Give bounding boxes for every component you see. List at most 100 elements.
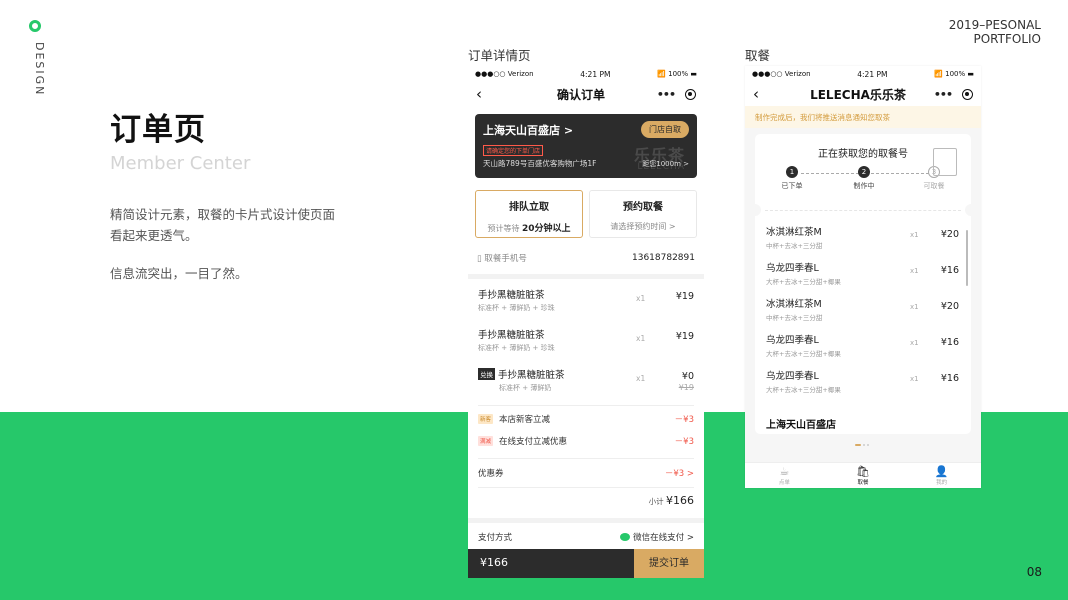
progress-steps: 1 已下单 2 制作中 3 可取餐 (755, 148, 971, 206)
list-item: 乌龙四季春L 大杯+去冰+三分甜+椰果 x1 ¥16 (755, 326, 971, 362)
tab-order[interactable]: ☕ 点单 (745, 463, 824, 488)
close-target-icon[interactable] (961, 88, 973, 100)
pickup-phone-screen: ●●●○○ Verizon 4:21 PM 📶 100% ▬ ‹ LELECHA… (745, 66, 981, 488)
item-qty: x1 (636, 334, 646, 343)
store-card[interactable]: 上海天山百盛店 > 请确定您的下单门店 乐乐茶 LELECHA 门店自取 天山路… (475, 114, 697, 178)
item-name: 乌龙四季春L (766, 335, 819, 346)
item-qty: x1 (910, 339, 919, 347)
item-spec: 大杯+去冰+三分甜+椰果 (766, 350, 841, 358)
submit-order-button[interactable]: 提交订单 (634, 549, 704, 578)
queue-pickup-option[interactable]: 排队立取 预计等待 20分钟以上 (475, 190, 583, 238)
pickup-phone-row[interactable]: ▯ 取餐手机号 13618782891 (477, 252, 695, 264)
battery: 📶 100% ▬ (657, 70, 697, 78)
coupon-row[interactable]: 优惠券 －¥3 > (468, 459, 704, 487)
carrier: ●●●○○ Verizon (752, 70, 811, 78)
item-qty: x1 (636, 294, 646, 303)
promo-tag: 新客 (478, 414, 494, 424)
clock: 4:21 PM (580, 69, 611, 79)
nav-bar: ‹ LELECHA乐乐茶 ••• (745, 82, 981, 106)
card-notch-left (749, 204, 761, 216)
back-icon[interactable]: ‹ (753, 85, 783, 103)
card-notch-right (965, 204, 977, 216)
promo-label: 本店新客立减 (499, 415, 551, 425)
more-icon[interactable]: ••• (934, 88, 953, 101)
promo-tag: 满减 (478, 436, 494, 446)
step-number: 1 (786, 166, 798, 178)
pickup-item-list[interactable]: 冰淇淋红茶M 中杯+去冰+三分甜 x1 ¥20 乌龙四季春L 大杯+去冰+三分甜… (755, 218, 971, 398)
store-address: 天山路789号百盛优客购物广场1F (483, 159, 597, 168)
list-scrollbar[interactable] (966, 230, 968, 286)
item-spec: 标准杯 + 薄鲜奶 (499, 384, 552, 392)
coupon-value: －¥3 > (664, 469, 694, 479)
basket-icon: 🛍 (856, 465, 870, 478)
promo-value: －¥3 (674, 437, 694, 447)
clock: 4:21 PM (857, 69, 888, 79)
card-divider (765, 210, 961, 211)
store-warning-tag: 请确定您的下单门店 (483, 145, 544, 156)
carrier: ●●●○○ Verizon (475, 70, 534, 78)
step-label: 可取餐 (923, 182, 945, 190)
portfolio-line1: 2019–PESONAL (948, 18, 1041, 32)
nav-bar: ‹ 确认订单 ••• (468, 82, 704, 106)
card-page-indicator (855, 444, 869, 446)
phone-icon: ▯ (477, 254, 482, 264)
close-target-icon[interactable] (684, 88, 696, 100)
pickup-card: 正在获取您的取餐号 1 已下单 2 制作中 3 可取餐 冰淇淋红茶M 中杯+去冰… (749, 134, 977, 434)
description-paragraph-2: 信息流突出，一目了然。 (110, 266, 248, 281)
pickup-phone-number: 13618782891 (632, 253, 695, 263)
item-price: ¥20 (940, 301, 959, 312)
item-qty: x1 (910, 375, 919, 383)
item-price: ¥16 (940, 373, 959, 384)
page-title: 订单页 (110, 112, 206, 148)
side-brand: DESIGN (26, 20, 46, 96)
step-number: 2 (858, 166, 870, 178)
portfolio-line2: PORTFOLIO (973, 32, 1042, 46)
nav-title: 确认订单 (556, 87, 605, 102)
list-item: 冰淇淋红茶M 中杯+去冰+三分甜 x1 ¥20 (755, 290, 971, 326)
item-name: 冰淇淋红茶M (766, 227, 822, 238)
tab-pickup[interactable]: 🛍 取餐 (824, 463, 903, 488)
store-pickup-button[interactable]: 门店自取 (641, 121, 689, 138)
pickup-phone-label: ▯ 取餐手机号 (477, 254, 527, 264)
notice-banner: 制作完成后，我们将推送消息通知您取茶 (745, 106, 981, 128)
step-label: 已下单 (781, 182, 803, 190)
user-icon: 👤 (934, 465, 949, 478)
reserve-sub: 请选择预约时间 > (610, 222, 676, 231)
item-price: ¥20 (940, 229, 959, 240)
payment-method-row[interactable]: 支付方式 微信在线支付 > (468, 523, 704, 551)
item-name: 冰淇淋红茶M (766, 299, 822, 310)
status-bar: ●●●○○ Verizon 4:21 PM 📶 100% ▬ (745, 66, 981, 82)
tab-label: 点单 (778, 480, 790, 486)
item-spec: 标准杯 + 薄鲜奶 + 珍珠 (478, 344, 555, 352)
payment-value: 微信在线支付 > (620, 531, 694, 543)
promo-value: －¥3 (674, 415, 694, 425)
side-label: DESIGN (33, 42, 46, 97)
redeem-badge: 兑换 (478, 368, 495, 380)
store-distance[interactable]: 距您1000m > (642, 159, 689, 169)
promo-label: 在线支付立减优惠 (499, 437, 568, 447)
queue-wait: 预计等待 20分钟以上 (487, 224, 571, 234)
mini-program-capsule[interactable]: ••• (933, 88, 973, 101)
item-price: ¥0 ¥19 (678, 371, 694, 392)
subtotal-value: ¥166 (666, 494, 694, 507)
item-price: ¥19 (675, 331, 694, 342)
item-qty: x1 (910, 303, 919, 311)
pickup-mode-row: 排队立取 预计等待 20分钟以上 预约取餐 请选择预约时间 > (475, 190, 697, 238)
page-number: 08 (1026, 565, 1042, 579)
item-spec: 大杯+去冰+三分甜+椰果 (766, 278, 841, 286)
item-spec: 中杯+去冰+三分甜 (766, 242, 823, 250)
caption-pickup: 取餐 (745, 48, 771, 63)
portfolio-label: 2019–PESONAL PORTFOLIO (949, 18, 1041, 46)
tab-label: 取餐 (857, 480, 869, 486)
item-old-price: ¥19 (678, 383, 694, 392)
more-icon[interactable]: ••• (657, 88, 676, 101)
list-item: 乌龙四季春L 大杯+去冰+三分甜+椰果 x1 ¥16 (755, 254, 971, 290)
caption-order: 订单详情页 (468, 48, 531, 63)
battery: 📶 100% ▬ (934, 70, 974, 78)
back-icon[interactable]: ‹ (476, 85, 506, 103)
item-spec: 中杯+去冰+三分甜 (766, 314, 823, 322)
subtotal-label: 小计 (648, 497, 664, 506)
tab-profile[interactable]: 👤 我的 (902, 463, 981, 488)
mini-program-capsule[interactable]: ••• (656, 88, 696, 101)
reserve-pickup-option[interactable]: 预约取餐 请选择预约时间 > (589, 190, 697, 238)
